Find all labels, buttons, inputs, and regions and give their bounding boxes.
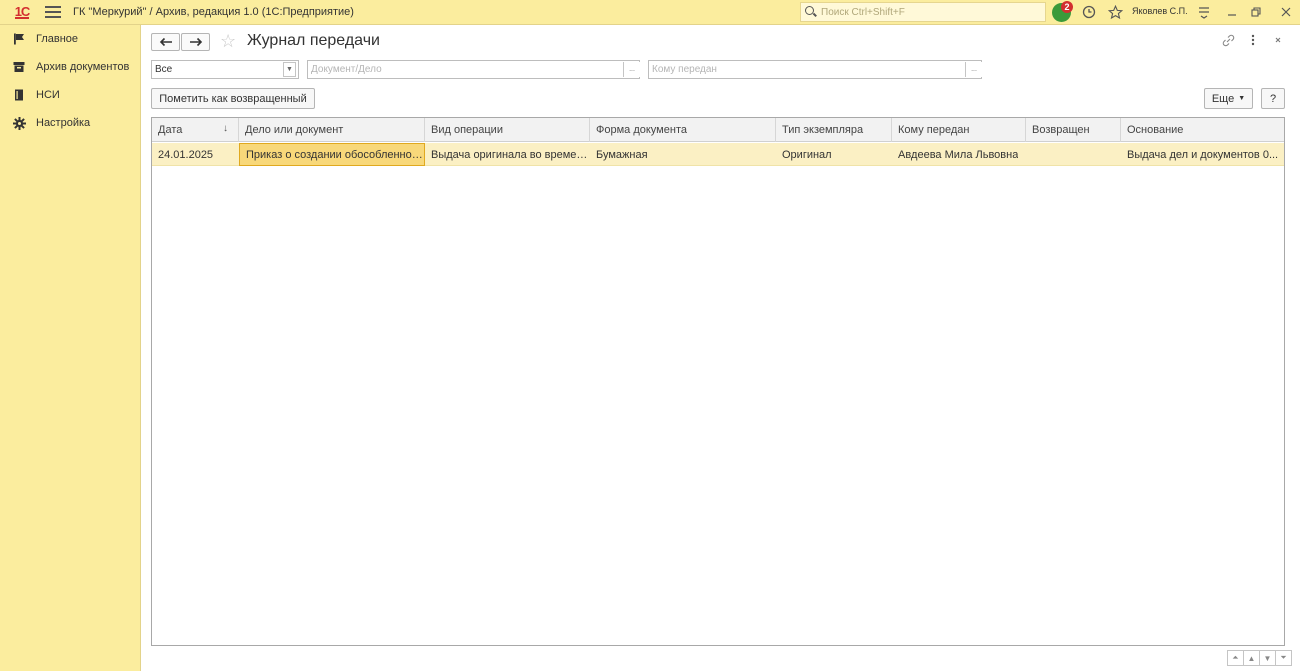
column-header-label: Дата — [158, 124, 183, 136]
help-button[interactable]: ? — [1261, 88, 1285, 109]
cell-copy-type[interactable]: Оригинал — [776, 143, 892, 166]
settings-menu-icon[interactable] — [1196, 4, 1212, 20]
reference-book-icon — [12, 89, 26, 101]
column-header-document[interactable]: Дело или документ — [239, 118, 425, 142]
table-row[interactable]: 24.01.2025 Приказ о создании обособленно… — [152, 143, 1284, 166]
archive-box-icon — [12, 61, 26, 73]
transfer-journal-table[interactable]: Дата ↓ Дело или документ Вид операции Фо… — [151, 117, 1285, 646]
sort-descending-icon: ↓ — [223, 123, 228, 134]
column-header-label: Кому передан — [898, 124, 970, 136]
search-input[interactable] — [821, 6, 1041, 18]
column-header-label: Дело или документ — [245, 124, 344, 136]
document-select-button[interactable]: ... — [623, 62, 640, 77]
app-title: ГК "Меркурий" / Архив, редакция 1.0 (1С:… — [73, 6, 354, 18]
table-header: Дата ↓ Дело или документ Вид операции Фо… — [152, 118, 1284, 142]
1c-logo[interactable]: 1С — [9, 5, 35, 19]
sidebar-item-settings[interactable]: Настройка — [0, 109, 140, 137]
chevron-down-icon: ▼ — [1238, 95, 1246, 102]
top-bar: 1С ГК "Меркурий" / Архив, редакция 1.0 (… — [0, 0, 1300, 25]
close-app-icon[interactable] — [1278, 4, 1294, 20]
column-header-label: Возвращен — [1032, 124, 1090, 136]
cell-document[interactable]: Приказ о создании обособленного подразде… — [239, 143, 425, 166]
cell-operation[interactable]: Выдача оригинала во временное пользовани… — [425, 143, 590, 166]
minimize-icon[interactable] — [1224, 4, 1240, 20]
column-header-label: Тип экземпляра — [782, 124, 864, 136]
chevron-down-icon[interactable]: ▼ — [283, 62, 296, 77]
restore-window-icon[interactable] — [1248, 4, 1264, 20]
close-form-icon[interactable] — [1273, 34, 1283, 48]
main-menu-icon[interactable] — [45, 6, 61, 18]
cell-basis[interactable]: Выдача дел и документов 0... — [1121, 143, 1284, 166]
column-header-copy-type[interactable]: Тип экземпляра — [776, 118, 892, 142]
recipient-select-button[interactable]: ... — [965, 62, 982, 77]
cell-form[interactable]: Бумажная — [590, 143, 776, 166]
global-search[interactable] — [800, 2, 1046, 22]
forward-button[interactable] — [181, 33, 210, 51]
mark-as-returned-button[interactable]: Пометить как возвращенный — [151, 88, 315, 109]
flag-icon — [12, 33, 26, 45]
arrow-right-icon — [189, 37, 202, 47]
sidebar-item-label: НСИ — [36, 89, 60, 101]
add-to-favorites-icon[interactable]: ☆ — [220, 31, 236, 52]
sidebar-item-label: Архив документов — [36, 61, 130, 73]
column-header-returned[interactable]: Возвращен — [1026, 118, 1121, 142]
cell-text: Авдеева Мила Львовна — [898, 148, 1019, 161]
column-header-label: Форма документа — [596, 124, 687, 136]
sidebar-item-label: Главное — [36, 33, 79, 45]
user-name[interactable]: Яковлев С.П. — [1132, 6, 1188, 16]
cell-text: Оригинал — [782, 148, 832, 161]
logo-text: 1С — [14, 3, 30, 19]
more-button-label: Еще — [1211, 92, 1235, 105]
notification-count-badge: 2 — [1061, 1, 1073, 13]
sidebar-item-nsi[interactable]: НСИ — [0, 81, 140, 109]
column-header-form[interactable]: Форма документа — [590, 118, 776, 142]
back-button[interactable] — [151, 33, 180, 51]
gear-icon — [12, 116, 26, 130]
arrow-left-icon — [159, 37, 172, 47]
scroll-to-top-icon[interactable]: ⏶ — [1227, 650, 1244, 666]
history-icon[interactable] — [1081, 4, 1097, 20]
column-header-label: Основание — [1127, 124, 1184, 136]
column-header-recipient[interactable]: Кому передан — [892, 118, 1026, 142]
cell-recipient[interactable]: Авдеева Мила Львовна — [892, 143, 1026, 166]
cell-text: Выдача дел и документов 0... — [1127, 148, 1279, 161]
cell-text: Приказ о создании обособленного подразде… — [246, 148, 424, 161]
cell-text: Бумажная — [596, 148, 648, 161]
recipient-filter-field[interactable]: ... — [648, 60, 982, 79]
search-icon — [805, 6, 817, 18]
filter-type-value[interactable] — [152, 61, 277, 78]
column-header-operation[interactable]: Вид операции — [425, 118, 590, 142]
page-title: Журнал передачи — [247, 32, 380, 49]
sidebar-item-main[interactable]: Главное — [0, 25, 140, 53]
more-actions-icon[interactable] — [1251, 34, 1255, 49]
cell-date[interactable]: 24.01.2025 — [152, 143, 239, 166]
cell-text: 24.01.2025 — [158, 148, 214, 161]
scroll-to-bottom-icon[interactable]: ⏷ — [1275, 650, 1292, 666]
notifications-icon[interactable]: 2 — [1052, 1, 1073, 22]
sidebar-item-archive[interactable]: Архив документов — [0, 53, 140, 81]
sections-panel: Главное Архив документов НСИ Настройка — [0, 25, 141, 671]
column-header-label: Вид операции — [431, 124, 503, 136]
link-icon[interactable] — [1222, 34, 1235, 50]
document-filter-field[interactable]: ... — [307, 60, 640, 79]
scroll-down-icon[interactable]: ▼ — [1259, 650, 1276, 666]
form-area: ☆ Журнал передачи ▼ ... ... Пометить как… — [141, 25, 1300, 671]
sidebar-item-label: Настройка — [36, 117, 91, 129]
recipient-filter-input[interactable] — [649, 61, 961, 78]
column-header-basis[interactable]: Основание — [1121, 118, 1284, 142]
more-button[interactable]: Еще ▼ — [1204, 88, 1253, 109]
table-scroll-controls: ⏶ ▲ ▼ ⏷ — [1227, 650, 1292, 666]
scroll-up-icon[interactable]: ▲ — [1243, 650, 1260, 666]
favorites-star-icon[interactable] — [1107, 4, 1123, 20]
filter-type-select[interactable]: ▼ — [151, 60, 299, 79]
cell-returned[interactable] — [1026, 143, 1121, 166]
column-header-date[interactable]: Дата ↓ — [152, 118, 239, 142]
cell-text: Выдача оригинала во временное пользовани… — [431, 148, 589, 161]
document-filter-input[interactable] — [308, 61, 620, 78]
